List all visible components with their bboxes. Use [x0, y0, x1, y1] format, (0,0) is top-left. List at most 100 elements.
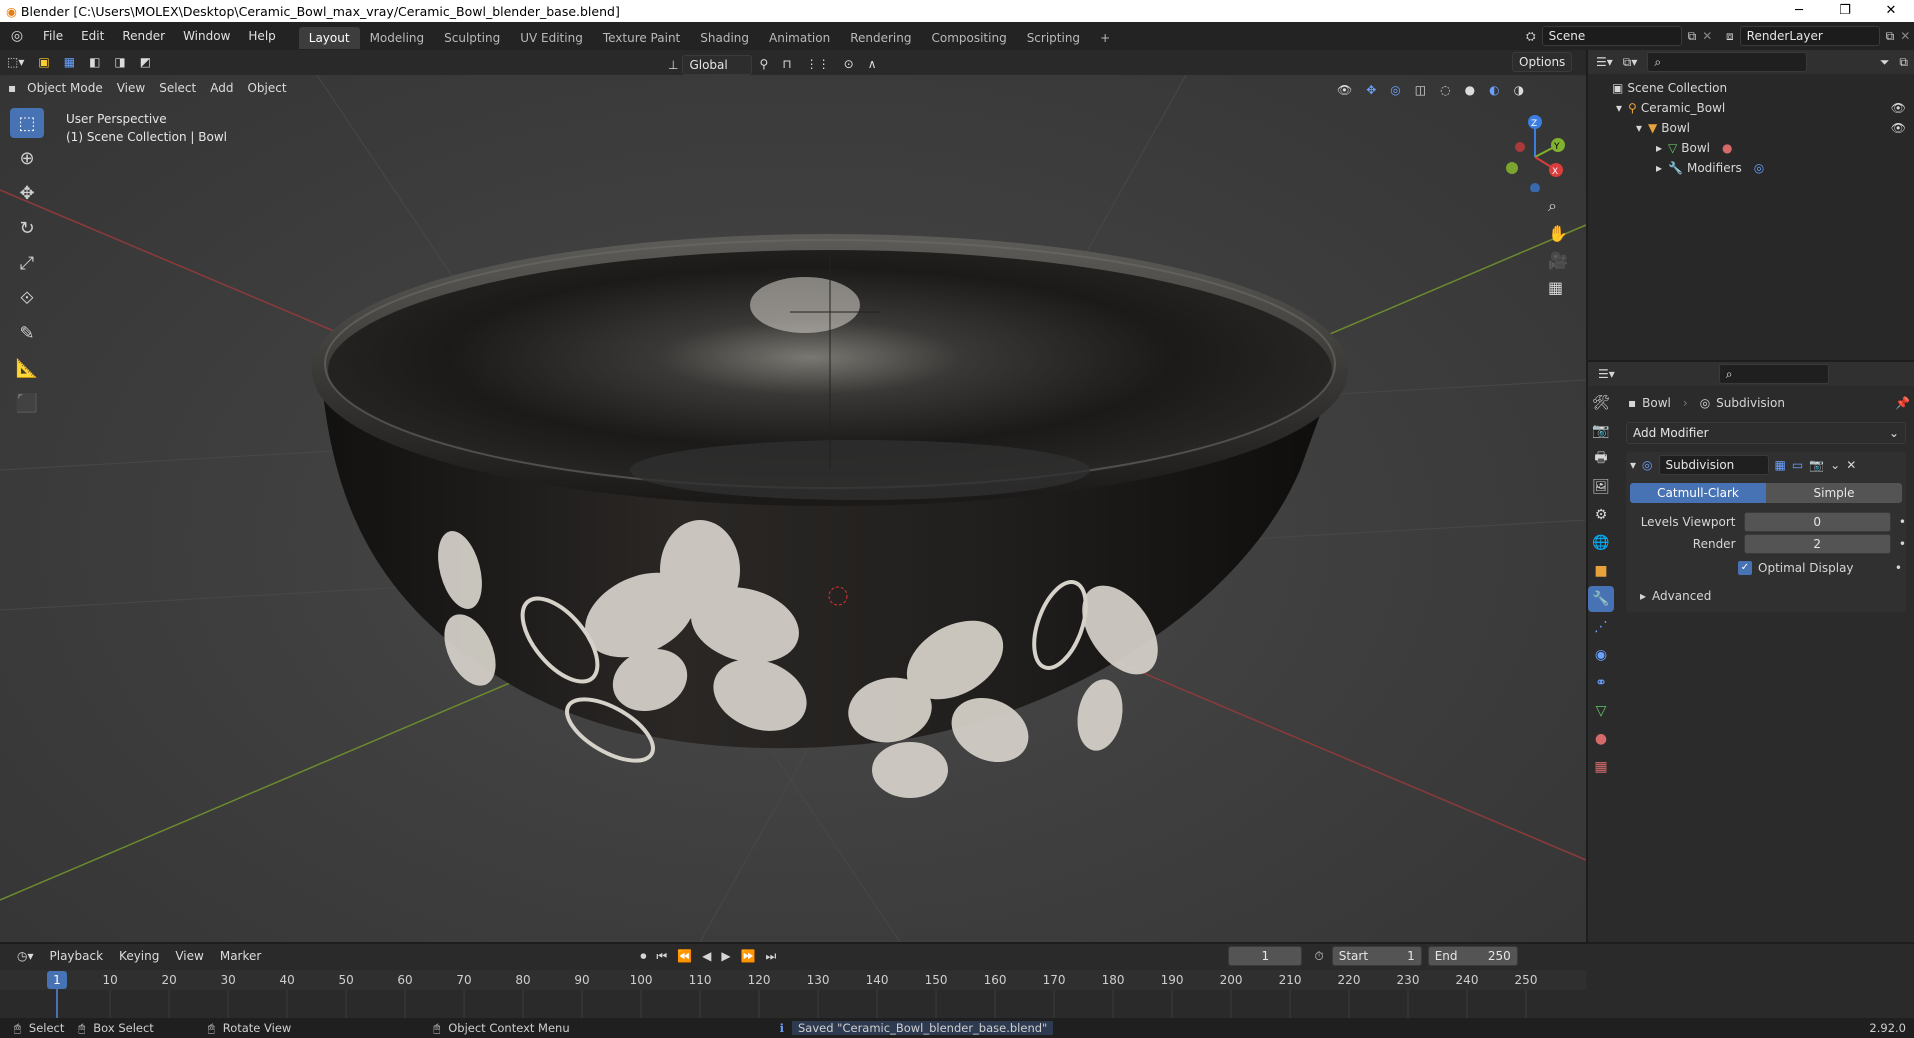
timeline-editor-icon[interactable]: ◷▾: [10, 944, 41, 969]
view-layer-icon[interactable]: ⧈: [1726, 29, 1734, 44]
tab-layout[interactable]: Layout: [298, 26, 360, 49]
editor-type-icon[interactable]: ⬚▾: [0, 50, 31, 75]
object-mode-dropdown[interactable]: Object Mode: [20, 76, 110, 101]
end-frame-field[interactable]: End 250: [1427, 946, 1518, 966]
blender-menu-icon[interactable]: ◎: [0, 28, 34, 44]
jump-end-icon[interactable]: ⏭: [766, 949, 777, 964]
close-window-button[interactable]: ✕: [1868, 0, 1914, 22]
next-keyframe-icon[interactable]: ⏩: [741, 949, 756, 963]
view-layer-field[interactable]: RenderLayer: [1739, 26, 1880, 46]
snap-icon[interactable]: ⊓: [775, 52, 798, 77]
properties-editor-icon[interactable]: ☰▾: [1598, 367, 1615, 381]
scene-icon[interactable]: ⛭: [1526, 29, 1536, 44]
material-tab-icon[interactable]: ●: [1588, 726, 1614, 752]
render-levels-field[interactable]: 2: [1743, 534, 1891, 554]
tab-rendering[interactable]: Rendering: [840, 27, 921, 49]
render-tab-icon[interactable]: 📷: [1588, 418, 1614, 444]
add-modifier-dropdown[interactable]: Add Modifier ⌄: [1626, 422, 1906, 444]
outliner-item-bowl-object[interactable]: ▾ ▼ Bowl 👁: [1588, 118, 1914, 138]
select-tool-mode-icon[interactable]: ▣: [31, 50, 56, 75]
tab-sculpting[interactable]: Sculpting: [434, 27, 510, 49]
optimal-display-checkbox[interactable]: ✓: [1738, 561, 1752, 575]
particles-tab-icon[interactable]: ⋰: [1588, 614, 1614, 640]
add-cube-tool-icon[interactable]: ⬛: [10, 388, 44, 418]
outliner-search-input[interactable]: ⌕: [1647, 52, 1808, 72]
output-tab-icon[interactable]: 🖶: [1588, 446, 1614, 472]
constraints-tab-icon[interactable]: ⚭: [1588, 670, 1614, 696]
material-preview-icon[interactable]: ◐: [1482, 78, 1506, 103]
collapse-arrow-icon[interactable]: ▾: [1630, 458, 1636, 472]
properties-search-input[interactable]: ⌕: [1718, 364, 1829, 384]
physics-tab-icon[interactable]: ◉: [1588, 642, 1614, 668]
playback-menu[interactable]: Playback: [43, 944, 111, 969]
modifier-tab-icon[interactable]: 🔧: [1588, 586, 1614, 612]
cursor-tool-icon[interactable]: ⊕: [10, 143, 44, 173]
select-mode-extend-icon[interactable]: ◧: [82, 50, 107, 75]
advanced-subpanel[interactable]: ▸ Advanced: [1626, 586, 1906, 606]
tab-scripting[interactable]: Scripting: [1017, 27, 1090, 49]
filter-icon[interactable]: ⏷: [1880, 55, 1890, 70]
rotate-tool-icon[interactable]: ↻: [10, 213, 44, 243]
menu-window[interactable]: Window: [174, 22, 239, 50]
add-workspace-button[interactable]: +: [1090, 27, 1120, 49]
keyframe-dot-icon[interactable]: •: [1895, 561, 1902, 575]
keyframe-dot-icon[interactable]: •: [1899, 515, 1906, 529]
modifier-menu-icon[interactable]: ⌄: [1830, 458, 1840, 472]
data-tab-icon[interactable]: ▽: [1588, 698, 1614, 724]
tool-tab-icon[interactable]: 🛠: [1588, 390, 1614, 416]
zoom-icon[interactable]: ⌕: [1548, 196, 1568, 216]
new-collection-icon[interactable]: ⧉: [1899, 55, 1908, 70]
display-mode-icon[interactable]: ⧉▾: [1623, 55, 1638, 70]
view-layer-tab-icon[interactable]: 🖼: [1588, 474, 1614, 500]
new-view-layer-icon[interactable]: ⧉: [1886, 29, 1895, 44]
levels-viewport-field[interactable]: 0: [1743, 512, 1891, 532]
select-mode-subtract-icon[interactable]: ◨: [107, 50, 132, 75]
move-tool-icon[interactable]: ✥: [10, 178, 44, 208]
falloff-icon[interactable]: ∧: [861, 52, 884, 77]
snap-target-icon[interactable]: ⋮⋮: [799, 52, 837, 77]
texture-tab-icon[interactable]: ▦: [1588, 754, 1614, 780]
transform-tool-icon[interactable]: ⟐: [10, 283, 44, 313]
gizmo-toggle-icon[interactable]: ✥: [1359, 78, 1383, 103]
menu-edit[interactable]: Edit: [72, 22, 113, 50]
menu-object[interactable]: Object: [240, 76, 293, 101]
preview-range-icon[interactable]: ⏱: [1314, 949, 1323, 964]
select-mode-new-icon[interactable]: ▦: [57, 50, 82, 75]
tab-compositing[interactable]: Compositing: [921, 27, 1016, 49]
menu-add[interactable]: Add: [203, 76, 240, 101]
outliner-item-bowl-mesh[interactable]: ▸ ▽ Bowl ●: [1588, 138, 1914, 158]
record-icon[interactable]: ⏺: [640, 949, 646, 964]
new-scene-icon[interactable]: ⧉: [1688, 29, 1697, 44]
edit-mode-toggle-icon[interactable]: ▦: [1775, 458, 1786, 472]
options-dropdown[interactable]: Options: [1512, 52, 1573, 72]
minimize-button[interactable]: ─: [1776, 0, 1822, 22]
outliner-item-ceramic-bowl[interactable]: ▾ ⚲ Ceramic_Bowl 👁: [1588, 98, 1914, 118]
world-tab-icon[interactable]: 🌐: [1588, 530, 1614, 556]
ortho-toggle-icon[interactable]: ▦: [1548, 278, 1568, 297]
visibility-eye-icon[interactable]: 👁: [1891, 98, 1906, 118]
pin-icon[interactable]: 📌: [1895, 396, 1910, 410]
keyframe-dot-icon[interactable]: •: [1899, 537, 1906, 551]
menu-render[interactable]: Render: [113, 22, 174, 50]
viewport-toggle-icon[interactable]: ▭: [1792, 458, 1803, 472]
prev-keyframe-icon[interactable]: ⏪: [677, 949, 692, 963]
scene-field[interactable]: Scene: [1541, 26, 1682, 46]
delete-view-layer-icon[interactable]: ✕: [1900, 29, 1910, 43]
timeline-view-menu[interactable]: View: [168, 944, 210, 969]
tab-texture-paint[interactable]: Texture Paint: [593, 27, 690, 49]
keying-menu[interactable]: Keying: [112, 944, 166, 969]
camera-view-icon[interactable]: 🎥: [1548, 251, 1568, 270]
tab-modeling[interactable]: Modeling: [360, 27, 435, 49]
measure-tool-icon[interactable]: 📐: [10, 353, 44, 383]
play-icon[interactable]: ▶: [721, 949, 730, 963]
visibility-eye-icon[interactable]: 👁: [1891, 118, 1906, 138]
transform-orientation-dropdown[interactable]: Global: [682, 54, 753, 75]
select-box-tool-icon[interactable]: ⬚: [10, 108, 44, 138]
catmull-clark-button[interactable]: Catmull-Clark: [1630, 483, 1766, 503]
tab-animation[interactable]: Animation: [759, 27, 840, 49]
3d-viewport[interactable]: ⬚▾ ▣ ▦ ◧ ◨ ◩ ⊥ Global ⚲ ⊓ ⋮⋮ ⊙ ∧ Options…: [0, 50, 1586, 942]
maximize-button[interactable]: ❐: [1822, 0, 1868, 22]
remove-modifier-icon[interactable]: ✕: [1846, 458, 1856, 472]
delete-scene-icon[interactable]: ✕: [1702, 29, 1712, 43]
menu-select[interactable]: Select: [152, 76, 203, 101]
